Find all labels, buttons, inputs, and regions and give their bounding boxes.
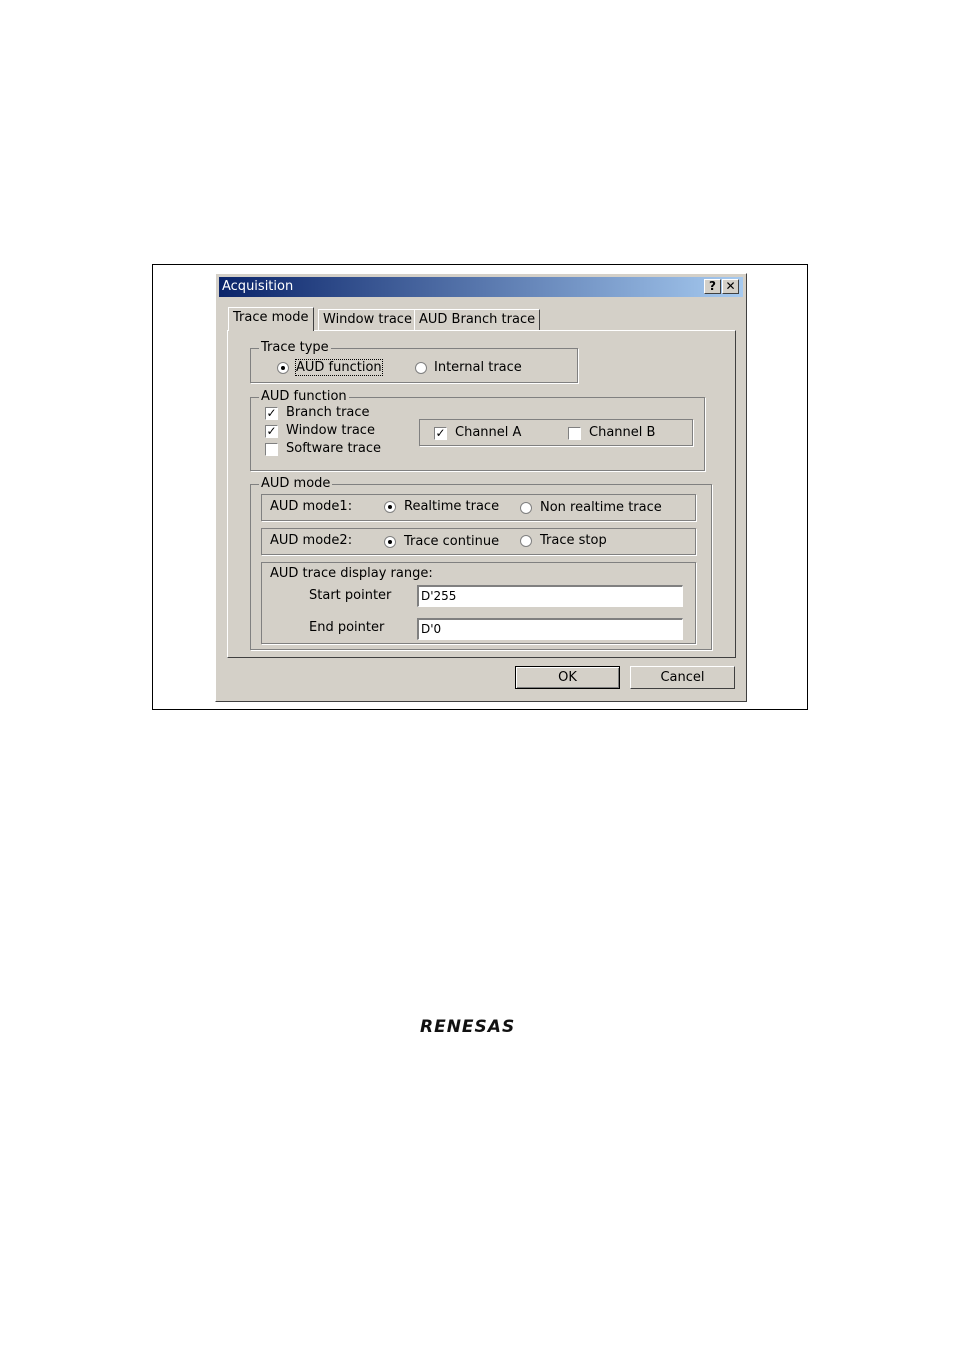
tab-label: Trace mode xyxy=(233,310,309,325)
trace-type-legend: Trace type xyxy=(259,340,331,355)
non-realtime-trace-label[interactable]: Non realtime trace xyxy=(540,500,662,515)
tab-panel: Trace type AUD function Internal trace A… xyxy=(227,330,736,658)
branch-trace-label[interactable]: Branch trace xyxy=(286,405,370,420)
close-icon: ✕ xyxy=(725,279,736,293)
aud-mode2-label: AUD mode2: xyxy=(270,533,353,548)
aud-mode-group: AUD mode AUD mode1: Realtime trace Non r… xyxy=(250,476,712,650)
aud-mode1-group: AUD mode1: Realtime trace Non realtime t… xyxy=(261,494,696,521)
question-icon: ? xyxy=(709,279,716,293)
channel-a-label[interactable]: Channel A xyxy=(455,425,521,440)
tab-aud-branch-trace[interactable]: AUD Branch trace xyxy=(414,309,541,330)
tab-window-trace[interactable]: Window trace xyxy=(318,309,417,330)
cancel-button[interactable]: Cancel xyxy=(630,666,735,689)
close-button[interactable]: ✕ xyxy=(722,279,739,294)
aud-mode1-label: AUD mode1: xyxy=(270,499,353,514)
channel-b-checkbox[interactable] xyxy=(568,427,581,440)
internal-trace-radio-label[interactable]: Internal trace xyxy=(434,360,522,375)
aud-function-legend: AUD function xyxy=(259,389,349,404)
channel-b-label[interactable]: Channel B xyxy=(589,425,655,440)
aud-function-radio[interactable] xyxy=(277,362,289,374)
aud-mode-legend: AUD mode xyxy=(259,476,333,491)
tab-trace-mode[interactable]: Trace mode xyxy=(228,307,314,331)
start-pointer-label: Start pointer xyxy=(309,588,392,603)
channel-group: ✓ Channel A Channel B xyxy=(419,419,693,446)
trace-stop-label[interactable]: Trace stop xyxy=(540,533,607,548)
window-trace-checkbox[interactable]: ✓ xyxy=(265,425,278,438)
trace-stop-radio[interactable] xyxy=(520,535,532,547)
trace-continue-label[interactable]: Trace continue xyxy=(404,534,499,549)
tab-label: Window trace xyxy=(323,312,412,327)
title-bar: Acquisition ? ✕ xyxy=(219,277,743,297)
help-button[interactable]: ? xyxy=(704,279,721,294)
start-pointer-input[interactable]: D'255 xyxy=(417,585,683,607)
end-pointer-label: End pointer xyxy=(309,620,385,635)
non-realtime-trace-radio[interactable] xyxy=(520,502,532,514)
software-trace-label[interactable]: Software trace xyxy=(286,441,381,456)
aud-mode2-group: AUD mode2: Trace continue Trace stop xyxy=(261,528,696,555)
window-trace-label[interactable]: Window trace xyxy=(286,423,375,438)
realtime-trace-label[interactable]: Realtime trace xyxy=(404,499,499,514)
channel-a-checkbox[interactable]: ✓ xyxy=(434,427,447,440)
tab-label: AUD Branch trace xyxy=(419,312,536,327)
trace-type-group: Trace type AUD function Internal trace xyxy=(250,340,578,383)
renesas-logo: RENESAS xyxy=(420,1017,516,1037)
realtime-trace-radio[interactable] xyxy=(384,501,396,513)
ok-button[interactable]: OK xyxy=(515,666,620,689)
end-pointer-input[interactable]: D'0 xyxy=(417,618,683,640)
branch-trace-checkbox[interactable]: ✓ xyxy=(265,407,278,420)
display-range-group: AUD trace display range: Start pointer D… xyxy=(261,562,696,644)
trace-continue-radio[interactable] xyxy=(384,536,396,548)
acquisition-dialog: Acquisition ? ✕ Trace mode Window trace … xyxy=(215,273,747,702)
display-range-legend: AUD trace display range: xyxy=(270,566,433,581)
window-title: Acquisition xyxy=(222,279,294,294)
internal-trace-radio[interactable] xyxy=(415,362,427,374)
aud-function-radio-label[interactable]: AUD function xyxy=(295,359,383,376)
aud-function-group: AUD function ✓ Branch trace ✓ Window tra… xyxy=(250,389,705,471)
software-trace-checkbox[interactable] xyxy=(265,443,278,456)
